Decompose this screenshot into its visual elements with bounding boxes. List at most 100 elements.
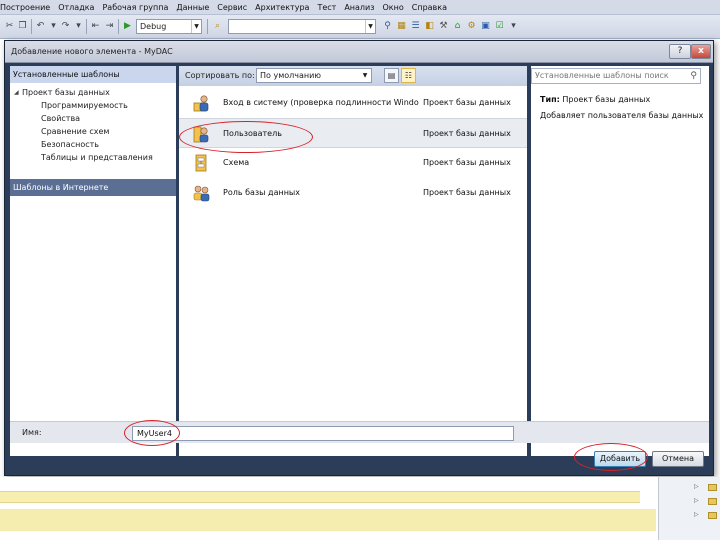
toolbox-icon[interactable]: ⚒ — [438, 21, 449, 32]
template-item-name: Схема — [223, 158, 250, 167]
chevron-down-icon[interactable]: ▼ — [359, 69, 371, 82]
template-item-login[interactable]: Вход в систему (проверка подлинности Win… — [179, 88, 527, 118]
template-type-value: Проект базы данных — [562, 95, 651, 104]
online-templates-header[interactable]: Шаблоны в Интернете — [10, 179, 176, 196]
tree-item-schema-compare[interactable]: Сравнение схем — [10, 125, 176, 138]
solution-explorer-icon[interactable]: ▦ — [396, 21, 407, 32]
find-in-files-icon[interactable]: ⌕ — [212, 21, 223, 32]
cancel-button[interactable]: Отмена — [652, 451, 704, 467]
details-view-icon[interactable]: ☷ — [401, 68, 416, 83]
command-window-icon[interactable]: ▣ — [480, 21, 491, 32]
help-button[interactable]: ? — [669, 44, 691, 59]
template-description: Добавляет пользователя базы данных — [540, 111, 704, 120]
menu-help[interactable]: Справка — [408, 3, 451, 12]
navigate-forward-icon[interactable]: ⇥ — [104, 21, 115, 32]
menu-build[interactable]: Построение — [0, 3, 54, 12]
dialog-title: Добавление нового элемента - MyDAC — [11, 47, 173, 56]
sort-combo[interactable]: По умолчанию ▼ — [256, 68, 372, 83]
chevron-down-icon[interactable]: ▼ — [365, 20, 375, 33]
template-list-pane: Сортировать по: По умолчанию ▼ ▤ ☷ Вход … — [179, 66, 527, 456]
close-button[interactable]: x — [691, 44, 711, 59]
dialog-title-bar[interactable]: Добавление нового элемента - MyDAC ? x — [5, 41, 713, 63]
menu-data[interactable]: Данные — [172, 3, 213, 12]
login-icon — [193, 95, 209, 112]
toolbar-separator — [86, 19, 87, 34]
dropdown-arrow-icon[interactable]: ▾ — [48, 21, 59, 32]
sort-combo-value: По умолчанию — [260, 71, 322, 80]
cut-icon[interactable]: ✂ — [4, 21, 15, 32]
tree-expand-icon[interactable]: ◢ — [14, 86, 19, 99]
role-icon — [193, 185, 210, 202]
find-icon[interactable]: ⚲ — [382, 21, 393, 32]
template-item-name: Роль базы данных — [223, 188, 300, 197]
dropdown-arrow-icon[interactable]: ▾ — [73, 21, 84, 32]
template-type: Тип: Проект базы данных — [540, 95, 650, 104]
template-item-name: Вход в систему (проверка подлинности Win… — [223, 98, 419, 107]
template-item-name: Пользователь — [223, 129, 282, 138]
copy-icon[interactable]: ❐ — [17, 21, 28, 32]
output-icon[interactable]: ☑ — [494, 21, 505, 32]
toolbar-separator — [207, 19, 208, 34]
extension-manager-icon[interactable]: ⚙ — [466, 21, 477, 32]
chevron-down-icon[interactable]: ▼ — [191, 20, 201, 33]
template-categories-pane: Установленные шаблоны ◢ Проект базы данн… — [10, 66, 176, 456]
add-new-item-dialog: Добавление нового элемента - MyDAC ? x У… — [4, 40, 714, 476]
template-item-schema[interactable]: Схема Проект базы данных — [179, 148, 527, 178]
tree-item-tables-views[interactable]: Таблицы и представления — [10, 151, 176, 164]
toolbar-separator — [118, 19, 119, 34]
config-combo[interactable]: Debug ▼ — [136, 19, 202, 34]
template-item-database-role[interactable]: Роль базы данных Проект базы данных — [179, 178, 527, 208]
tree-item-database-project[interactable]: ◢ Проект базы данных — [10, 86, 176, 99]
ide-bottom-area: ▷ ▷ ▷ — [0, 477, 720, 540]
tree-item-label: Сравнение схем — [41, 127, 110, 136]
object-browser-icon[interactable]: ◧ — [424, 21, 435, 32]
properties-icon[interactable]: ☰ — [410, 21, 421, 32]
menu-tools[interactable]: Сервис — [213, 3, 251, 12]
menu-window[interactable]: Окно — [378, 3, 407, 12]
tree-item-label: Таблицы и представления — [41, 153, 153, 162]
template-item-category: Проект базы данных — [423, 98, 511, 107]
name-row: Имя: — [10, 421, 709, 443]
tree-item-security[interactable]: Безопасность — [10, 138, 176, 151]
menu-test[interactable]: Тест — [313, 3, 340, 12]
toolbar-options-icon[interactable]: ▾ — [508, 21, 519, 32]
start-page-icon[interactable]: ⌂ — [452, 21, 463, 32]
template-list: Вход в систему (проверка подлинности Win… — [179, 88, 527, 208]
template-search-input[interactable]: Установленные шаблоны поиск ⚲ — [531, 68, 701, 84]
redo-icon[interactable]: ↷ — [60, 21, 71, 32]
name-input[interactable] — [132, 426, 514, 441]
installed-templates-header[interactable]: Установленные шаблоны — [10, 66, 176, 83]
expand-icon[interactable]: ▷ — [694, 511, 699, 518]
tree-item-properties[interactable]: Свойства — [10, 112, 176, 125]
tree-item-label: Проект базы данных — [22, 88, 110, 97]
tree-item-label: Программируемость — [41, 101, 128, 110]
list-view-icon[interactable]: ▤ — [384, 68, 399, 83]
sort-bar: Сортировать по: По умолчанию ▼ ▤ ☷ — [179, 66, 527, 86]
start-debug-icon[interactable]: ▶ — [122, 21, 133, 32]
sort-label: Сортировать по: — [185, 71, 255, 80]
search-icon[interactable]: ⚲ — [690, 69, 697, 83]
name-label: Имя: — [22, 428, 42, 437]
menu-architecture[interactable]: Архитектура — [251, 3, 313, 12]
ide-menu-bar: Построение Отладка Рабочая группа Данные… — [0, 0, 720, 15]
folder-icon — [708, 484, 717, 491]
menu-analyze[interactable]: Анализ — [340, 3, 378, 12]
navigate-back-icon[interactable]: ⇤ — [90, 21, 101, 32]
expand-icon[interactable]: ▷ — [694, 483, 699, 490]
folder-icon — [708, 512, 717, 519]
undo-icon[interactable]: ↶ — [35, 21, 46, 32]
expand-icon[interactable]: ▷ — [694, 497, 699, 504]
add-button[interactable]: Добавить — [594, 451, 646, 467]
menu-debug[interactable]: Отладка — [54, 3, 98, 12]
template-item-category: Проект базы данных — [423, 158, 511, 167]
template-details-pane: Установленные шаблоны поиск ⚲ Тип: Проек… — [531, 66, 709, 456]
user-icon — [193, 126, 209, 143]
toolbar-separator — [31, 19, 32, 34]
template-item-category: Проект базы данных — [423, 129, 511, 138]
template-item-user[interactable]: Пользователь Проект базы данных — [179, 118, 527, 148]
menu-team[interactable]: Рабочая группа — [98, 3, 172, 12]
tree-item-programmability[interactable]: Программируемость — [10, 99, 176, 112]
template-item-category: Проект базы данных — [423, 188, 511, 197]
find-combo[interactable]: ▼ — [228, 19, 376, 34]
ide-toolbar: ✂ ❐ ↶ ▾ ↷ ▾ ⇤ ⇥ ▶ Debug ▼ ⌕ ▼ ⚲ ▦ ☰ ◧ ⚒ … — [0, 15, 720, 39]
